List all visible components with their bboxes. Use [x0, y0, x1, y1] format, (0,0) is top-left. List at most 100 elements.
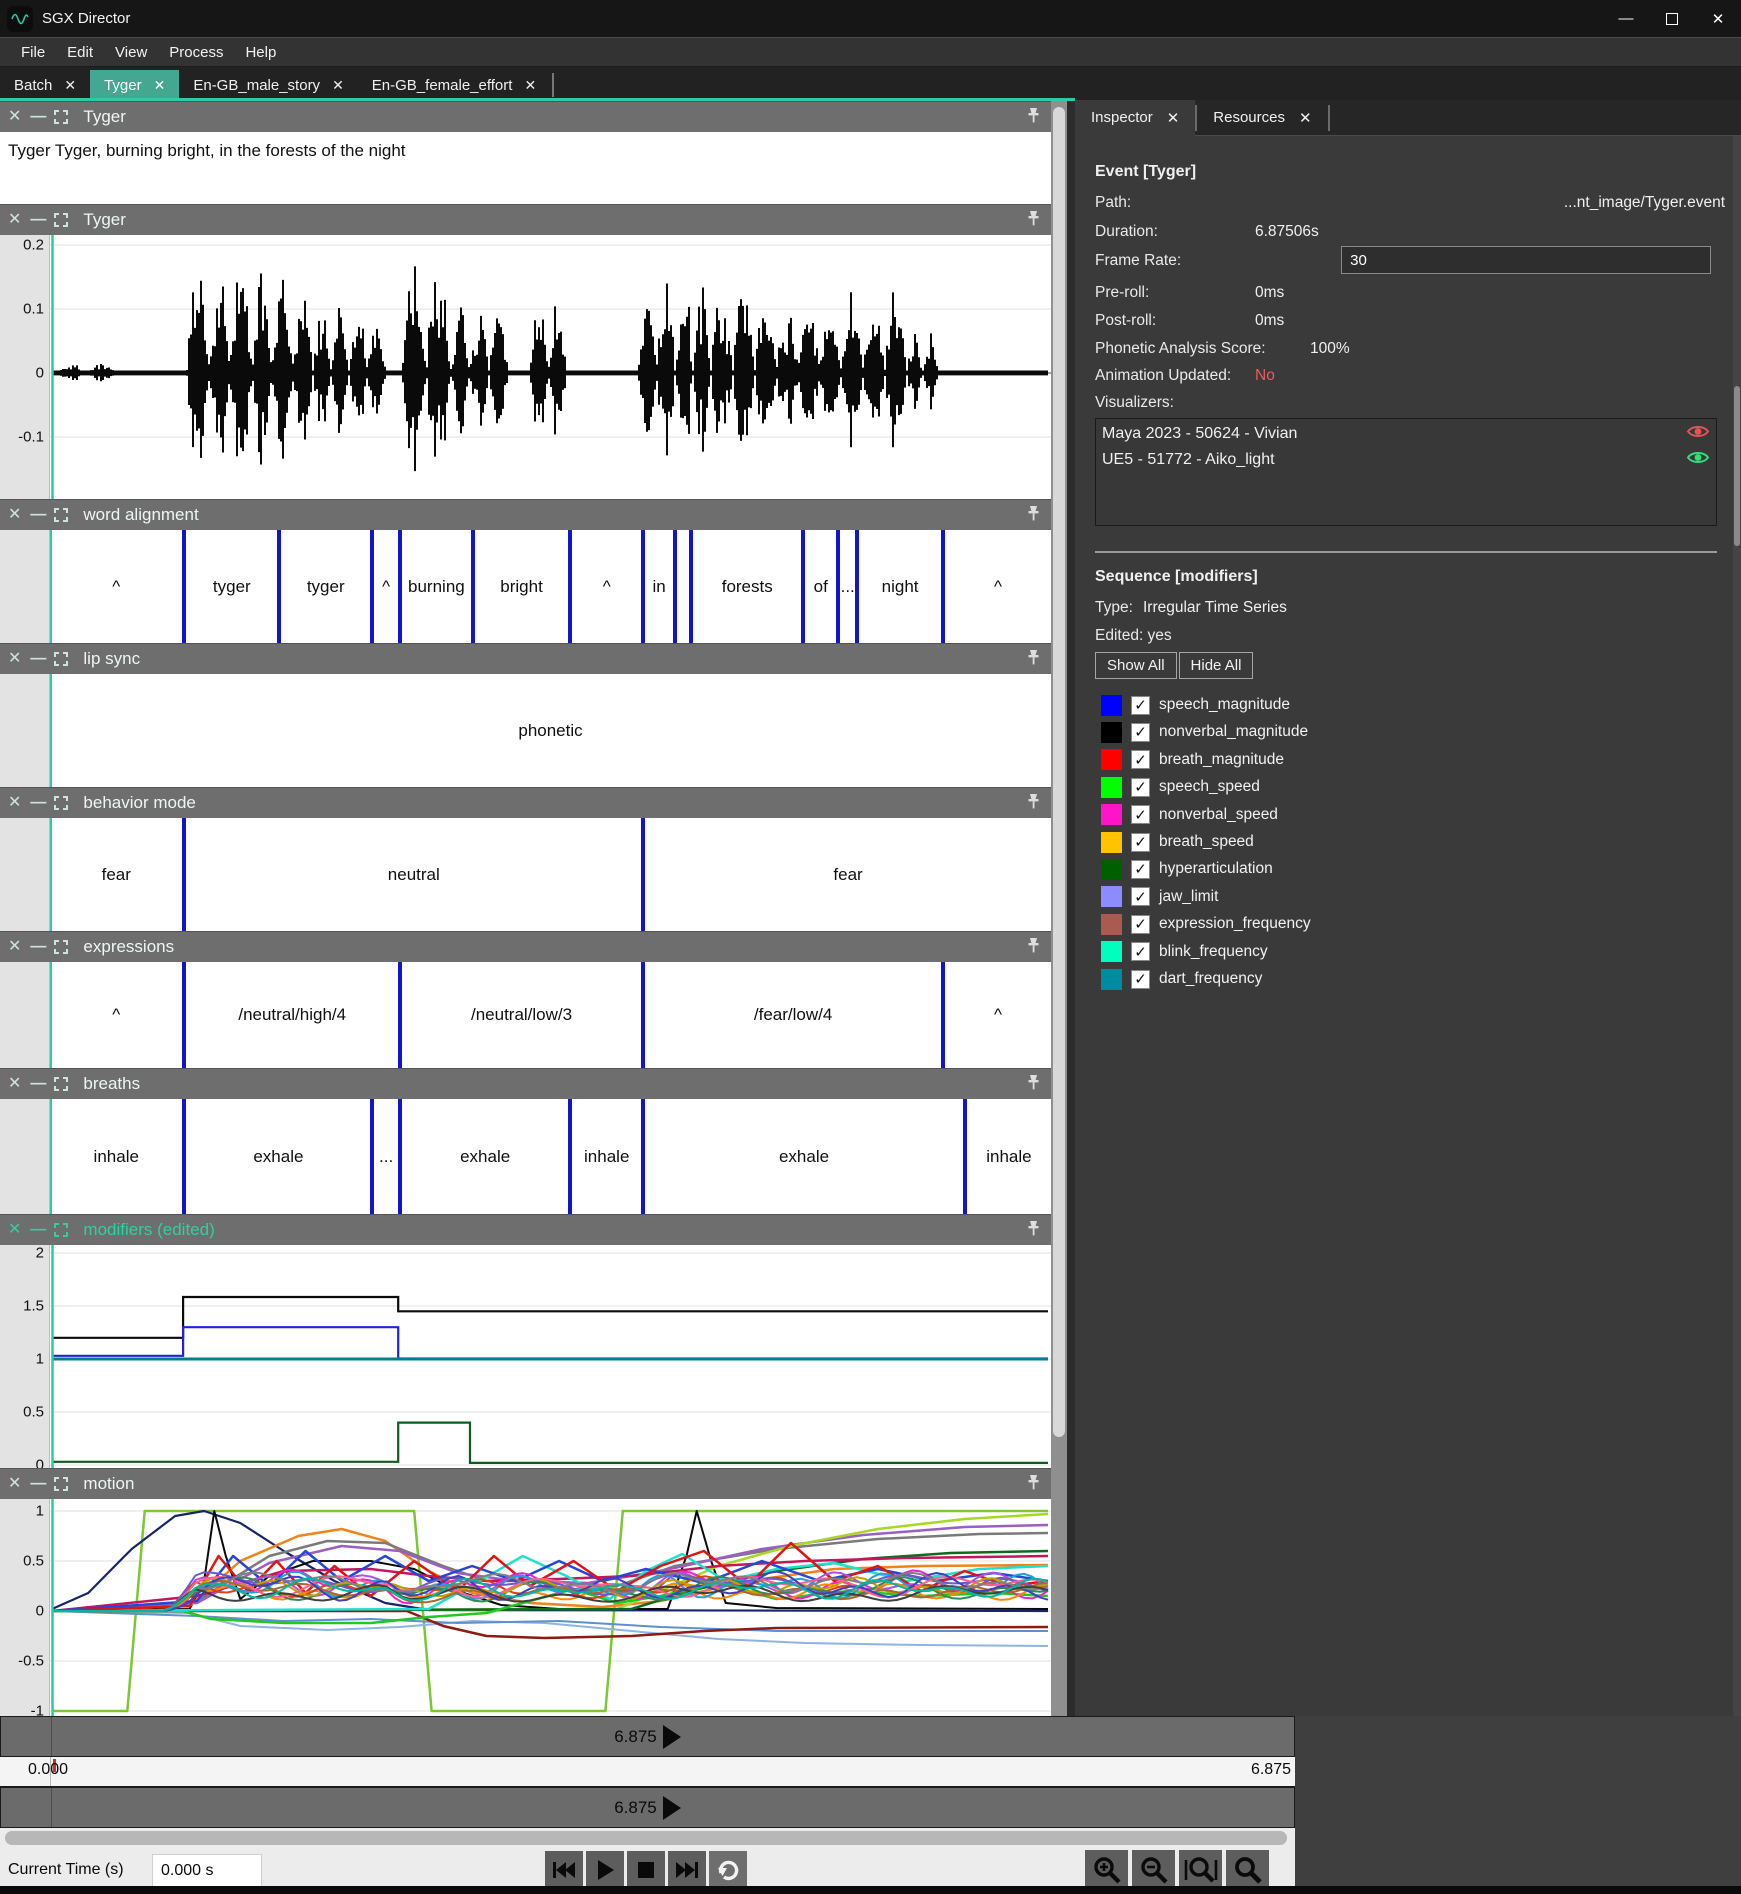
- inspector-scrollbar[interactable]: [1733, 136, 1741, 1716]
- visibility-checkbox[interactable]: ✓: [1131, 805, 1150, 824]
- panel-minimize-icon[interactable]: —: [30, 651, 45, 667]
- panel-minimize-icon[interactable]: —: [30, 1476, 45, 1492]
- segment-lip[interactable]: phonetic: [50, 674, 1051, 787]
- tab-close-icon[interactable]: ✕: [332, 77, 344, 94]
- pin-icon[interactable]: [1026, 210, 1041, 235]
- pin-icon[interactable]: [1026, 1474, 1041, 1499]
- segment-expr[interactable]: ^: [50, 962, 182, 1068]
- pin-icon[interactable]: [1026, 793, 1041, 818]
- visibility-checkbox[interactable]: ✓: [1131, 723, 1150, 742]
- segment-words[interactable]: forests: [689, 530, 801, 643]
- tab-close-icon[interactable]: ✕: [64, 77, 76, 94]
- pin-icon[interactable]: [1026, 107, 1041, 132]
- restore-icon[interactable]: [54, 213, 68, 227]
- segment-behavior[interactable]: fear: [50, 818, 182, 931]
- segment-breaths[interactable]: inhale: [568, 1099, 641, 1214]
- segment-behavior[interactable]: fear: [641, 818, 1051, 931]
- segment-words[interactable]: ^: [370, 530, 398, 643]
- panel-close-icon[interactable]: ✕: [8, 109, 21, 125]
- panel-close-icon[interactable]: ✕: [8, 212, 21, 228]
- hide-all-button[interactable]: Hide All: [1179, 652, 1254, 679]
- segment-words[interactable]: ^: [941, 530, 1051, 643]
- script-text[interactable]: Tyger Tyger, burning bright, in the fore…: [0, 132, 1051, 204]
- playhead[interactable]: [50, 962, 52, 1068]
- tab-En-GB_female_effort[interactable]: En-GB_female_effort ✕: [358, 70, 550, 100]
- tab-En-GB_male_story[interactable]: En-GB_male_story ✕: [179, 70, 357, 100]
- segment-words[interactable]: tyger: [277, 530, 370, 643]
- time-range-bar[interactable]: 0.000 6.875: [0, 1757, 1295, 1787]
- visibility-eye-icon[interactable]: [1686, 423, 1710, 445]
- segment-breaths[interactable]: ...: [370, 1099, 398, 1214]
- segment-words[interactable]: in: [641, 530, 673, 643]
- segment-words[interactable]: ^: [568, 530, 641, 643]
- panel-close-icon[interactable]: ✕: [8, 1476, 21, 1492]
- segment-expr[interactable]: ^: [941, 962, 1051, 1068]
- visibility-eye-icon[interactable]: [1686, 449, 1710, 471]
- segment-words[interactable]: bright: [471, 530, 569, 643]
- scrollbar-thumb[interactable]: [1734, 386, 1740, 546]
- restore-icon[interactable]: [54, 1077, 68, 1091]
- main-vertical-scrollbar[interactable]: [1051, 101, 1067, 1716]
- current-time-input[interactable]: [152, 1854, 262, 1888]
- playhead[interactable]: [50, 674, 52, 787]
- playhead[interactable]: [50, 818, 52, 931]
- panel-minimize-icon[interactable]: —: [30, 1222, 45, 1238]
- panel-minimize-icon[interactable]: —: [30, 507, 45, 523]
- modifiers-area[interactable]: [50, 1245, 1051, 1468]
- visualizers-list[interactable]: Maya 2023 - 50624 - Vivian UE5 - 51772 -…: [1095, 418, 1717, 526]
- restore-icon[interactable]: [54, 796, 68, 810]
- segment-breaths[interactable]: exhale: [398, 1099, 568, 1214]
- tab-close-icon[interactable]: ✕: [154, 77, 166, 94]
- scrollbar-thumb[interactable]: [5, 1831, 1287, 1845]
- pin-icon[interactable]: [1026, 649, 1041, 674]
- close-button[interactable]: ✕: [1695, 0, 1741, 37]
- segment-words[interactable]: [673, 530, 689, 643]
- panel-minimize-icon[interactable]: —: [30, 109, 45, 125]
- pin-icon[interactable]: [1026, 1220, 1041, 1245]
- restore-icon[interactable]: [54, 652, 68, 666]
- visibility-checkbox[interactable]: ✓: [1131, 942, 1150, 961]
- inspector-tab-Resources[interactable]: Resources✕: [1197, 100, 1327, 136]
- segment-words[interactable]: ...: [836, 530, 855, 643]
- frame-rate-input[interactable]: [1341, 246, 1711, 274]
- panel-close-icon[interactable]: ✕: [8, 795, 21, 811]
- restore-icon[interactable]: [54, 1477, 68, 1491]
- visualizer-row[interactable]: Maya 2023 - 50624 - Vivian: [1102, 421, 1710, 447]
- tab-Tyger[interactable]: Tyger ✕: [90, 70, 179, 100]
- pin-icon[interactable]: [1026, 505, 1041, 530]
- segment-words[interactable]: of: [801, 530, 836, 643]
- restore-icon[interactable]: [54, 1223, 68, 1237]
- segment-expr[interactable]: /neutral/high/4: [182, 962, 397, 1068]
- panel-close-icon[interactable]: ✕: [8, 1076, 21, 1092]
- segment-breaths[interactable]: inhale: [963, 1099, 1051, 1214]
- segment-words[interactable]: tyger: [182, 530, 277, 643]
- visibility-checkbox[interactable]: ✓: [1131, 887, 1150, 906]
- pin-icon[interactable]: [1026, 937, 1041, 962]
- panel-minimize-icon[interactable]: —: [30, 795, 45, 811]
- panel-close-icon[interactable]: ✕: [8, 651, 21, 667]
- playback-bar-bottom[interactable]: 6.875: [0, 1787, 1295, 1828]
- tab-close-icon[interactable]: ✕: [524, 77, 536, 94]
- visibility-checkbox[interactable]: ✓: [1131, 833, 1150, 852]
- panel-minimize-icon[interactable]: —: [30, 212, 45, 228]
- segment-words[interactable]: burning: [398, 530, 471, 643]
- horizontal-scrollbar[interactable]: [0, 1828, 1295, 1848]
- visualizer-row[interactable]: UE5 - 51772 - Aiko_light: [1102, 447, 1710, 473]
- segment-breaths[interactable]: inhale: [50, 1099, 182, 1214]
- visibility-checkbox[interactable]: ✓: [1131, 778, 1150, 797]
- segment-breaths[interactable]: exhale: [641, 1099, 963, 1214]
- segment-words[interactable]: night: [855, 530, 941, 643]
- tab-Batch[interactable]: Batch ✕: [0, 70, 90, 100]
- panel-close-icon[interactable]: ✕: [8, 939, 21, 955]
- pin-icon[interactable]: [1026, 1074, 1041, 1099]
- scrollbar-thumb[interactable]: [1053, 107, 1065, 1437]
- visibility-checkbox[interactable]: ✓: [1131, 970, 1150, 989]
- playback-bar-top[interactable]: 6.875: [0, 1716, 1295, 1757]
- inspector-tab-Inspector[interactable]: Inspector✕: [1075, 100, 1195, 136]
- panel-minimize-icon[interactable]: —: [30, 939, 45, 955]
- playhead[interactable]: [50, 530, 52, 643]
- restore-icon[interactable]: [54, 940, 68, 954]
- visibility-checkbox[interactable]: ✓: [1131, 696, 1150, 715]
- menu-view[interactable]: View: [104, 41, 158, 64]
- minimize-button[interactable]: —: [1603, 0, 1649, 37]
